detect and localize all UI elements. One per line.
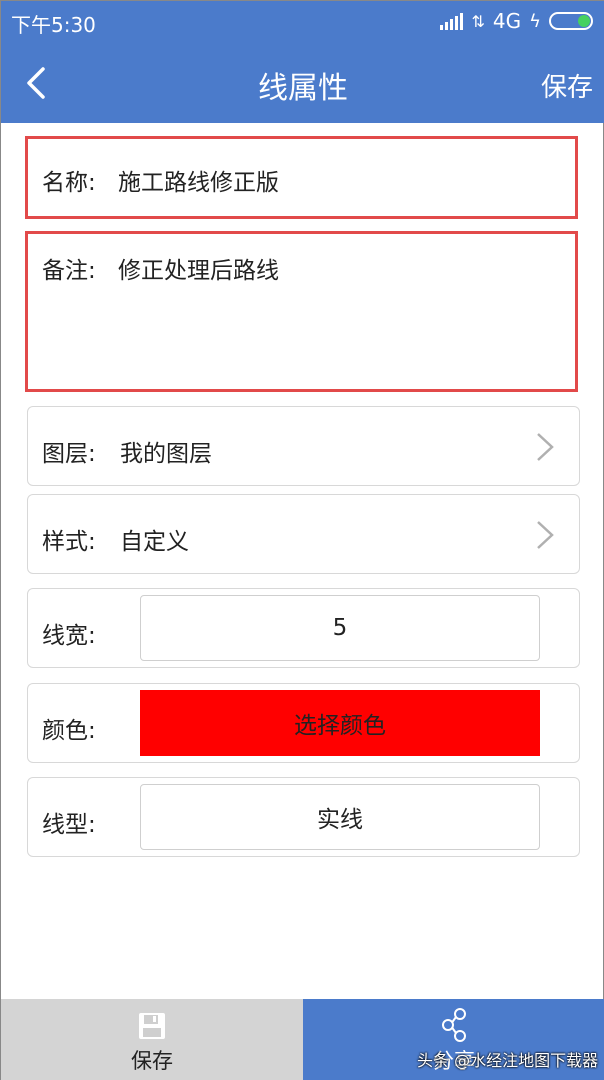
chevron-right-icon xyxy=(537,433,554,461)
remark-label: 备注: xyxy=(42,258,96,284)
network-type: 4G xyxy=(492,9,522,33)
signal-icon xyxy=(440,12,464,30)
color-label: 颜色: xyxy=(42,718,96,744)
style-row[interactable]: 样式: 自定义 xyxy=(27,494,580,574)
status-bar: 下午5:30 ⇅ 4G ϟ xyxy=(1,1,604,43)
line-type-label: 线型: xyxy=(42,812,96,838)
data-arrows-icon: ⇅ xyxy=(471,11,485,31)
tab-save[interactable]: 保存 xyxy=(1,999,303,1080)
select-color-button[interactable]: 选择颜色 xyxy=(140,690,540,756)
color-row: 颜色: 选择颜色 xyxy=(27,683,580,763)
chevron-right-icon xyxy=(537,521,554,549)
layer-row[interactable]: 图层: 我的图层 xyxy=(27,406,580,486)
name-input[interactable]: 施工路线修正版 xyxy=(118,163,279,197)
layer-value: 我的图层 xyxy=(120,441,212,467)
battery-icon xyxy=(549,12,593,30)
name-label: 名称: xyxy=(42,170,96,196)
tab-save-label: 保存 xyxy=(131,1049,173,1073)
watermark: 头条 @水经注地图下载器 xyxy=(417,1051,599,1070)
status-time: 下午5:30 xyxy=(11,13,96,37)
save-button[interactable]: 保存 xyxy=(541,67,593,104)
share-icon xyxy=(442,1008,466,1042)
line-width-row: 线宽: 5 xyxy=(27,588,580,668)
line-width-label: 线宽: xyxy=(42,623,96,649)
line-type-select[interactable]: 实线 xyxy=(140,784,540,850)
nav-bar: 线属性 保存 xyxy=(1,43,604,123)
remark-field[interactable]: 备注: 修正处理后路线 xyxy=(25,231,578,392)
charging-icon: ϟ xyxy=(529,10,541,32)
page-title: 线属性 xyxy=(258,71,348,106)
line-type-row: 线型: 实线 xyxy=(27,777,580,857)
floppy-disk-icon xyxy=(139,1013,165,1039)
status-icons: ⇅ 4G ϟ xyxy=(440,9,593,33)
line-width-input[interactable]: 5 xyxy=(140,595,540,661)
layer-label: 图层: xyxy=(42,441,96,467)
name-field[interactable]: 名称: 施工路线修正版 xyxy=(25,136,578,219)
remark-input[interactable]: 修正处理后路线 xyxy=(118,251,279,285)
style-value: 自定义 xyxy=(120,529,189,555)
style-label: 样式: xyxy=(42,529,96,555)
